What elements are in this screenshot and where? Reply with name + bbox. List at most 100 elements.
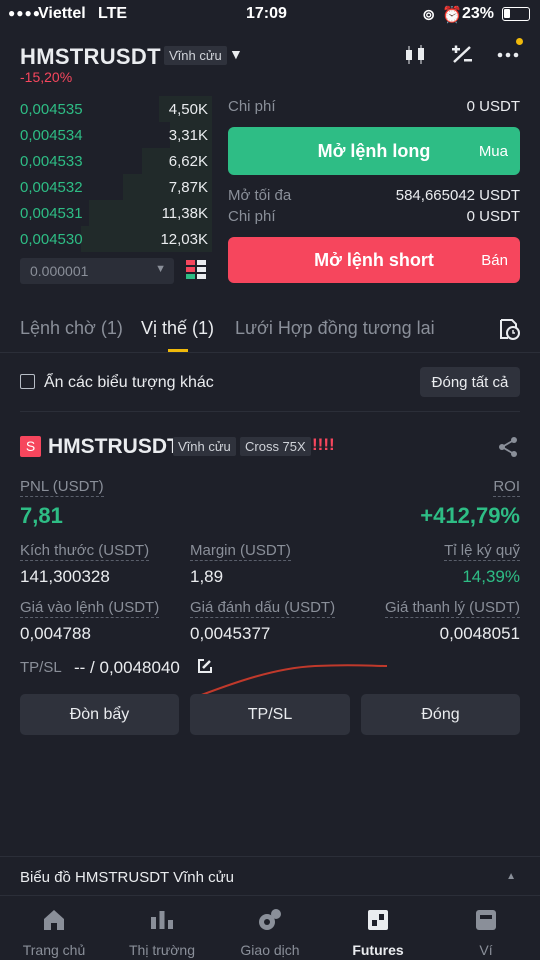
depth-view-icon[interactable] [186,260,206,280]
open-short-button[interactable]: Mở lệnh short Bán [228,237,520,283]
futures-icon [368,910,388,930]
nav-markets-label: Thị trường [128,942,195,958]
bid-quantity: 6,62K [168,153,208,170]
size-label: Kích thước (USDT) [20,542,150,561]
nav-home-label: Trang chủ [22,942,86,958]
open-long-label: Mở lệnh long [317,141,431,161]
notification-dot [516,38,523,45]
nav-wallet-label: Ví [479,942,493,958]
nav-markets[interactable]: Thị trường [108,900,216,960]
lock-rotation-icon: ⊚ [422,7,436,24]
cost-label: Chi phí [228,98,276,115]
liquidation-price-value: 0,0048051 [439,624,520,643]
order-book-row[interactable]: 0,004531 11,38K [0,200,212,226]
bid-price: 0,004531 [20,205,83,222]
more-icon[interactable] [496,44,520,66]
open-short-label: Mở lệnh short [314,250,434,270]
hide-other-symbols-checkbox[interactable] [20,374,35,389]
chevron-down-icon: ▼ [155,263,166,275]
bid-price: 0,004530 [20,231,83,248]
status-bar: ●●●● Viettel LTE 17:09 ⊚ ⏰ 23% [0,0,540,30]
leverage-button[interactable]: Đòn bẩy [20,694,179,735]
history-icon[interactable] [498,318,520,340]
roi-value: +412,79% [420,503,520,528]
position-symbol[interactable]: HMSTRUSDT [48,435,180,459]
divider [0,352,540,353]
cost-label: Chi phí [228,208,276,225]
clock: 17:09 [246,5,287,22]
liquidation-price-label: Giá thanh lý (USDT) [384,599,520,618]
divider [20,411,520,412]
order-book-row[interactable]: 0,004534 3,31K [0,122,212,148]
nav-futures[interactable]: Futures [324,900,432,960]
position-contract-tag: Vĩnh cửu [173,437,236,456]
nav-futures-label: Futures [352,942,404,958]
margin-label: Margin (USDT) [190,542,291,561]
signal-icon: ●●●● [8,6,41,20]
precision-value: 0.000001 [30,263,89,279]
margin-ratio-label: Tỉ lệ ký quỹ [444,542,520,561]
cost-short-value: 0 USDT [466,208,520,225]
contract-type-tag: Vĩnh cửu [164,46,227,65]
carrier-label: Viettel [38,5,86,22]
price-change: -15,20% [20,69,73,85]
candlestick-icon[interactable] [404,44,428,66]
risk-indicator: !!!! [312,435,335,454]
bid-quantity: 7,87K [168,179,208,196]
symbol-title[interactable]: HMSTRUSDT [20,44,161,70]
bid-quantity: 3,31K [168,127,208,144]
order-book-row[interactable]: 0,004535 4,50K [0,96,212,122]
chevron-up-icon: ▲ [506,871,516,882]
bid-quantity: 4,50K [168,101,208,118]
pnl-value: 7,81 [20,503,63,528]
entry-price-value: 0,004788 [20,624,91,643]
order-book-row[interactable]: 0,004533 6,62K [0,148,212,174]
battery-icon [502,7,530,21]
open-long-button[interactable]: Mở lệnh long Mua [228,127,520,175]
pnl-label: PNL (USDT) [20,478,104,497]
short-side-badge: S [20,436,41,457]
max-open-label: Mở tối đa [228,187,292,204]
close-position-button[interactable]: Đóng [361,694,520,735]
chevron-down-icon[interactable]: ▼ [229,46,243,62]
alarm-icon: ⏰ [442,7,462,24]
chart-toggle-bar[interactable]: Biểu đồ HMSTRUSDT Vĩnh cửu ▲ [0,857,540,895]
size-value: 141,300328 [20,567,110,586]
tab-pending-orders[interactable]: Lệnh chờ (1) [20,318,123,339]
order-book-row[interactable]: 0,004530 12,03K [0,226,212,252]
wallet-icon [476,910,496,930]
roi-label: ROI [493,478,520,497]
tpsl-value: -- / 0,0048040 [74,658,180,677]
bid-price: 0,004533 [20,153,83,170]
margin-ratio-value: 14,39% [462,567,520,586]
nav-trade-label: Giao dịch [240,942,300,958]
bid-quantity: 12,03K [160,231,208,248]
entry-price-label: Giá vào lệnh (USDT) [20,599,160,618]
order-book-row[interactable]: 0,004532 7,87K [0,174,212,200]
max-open-value: 584,665042 USDT [395,187,520,204]
chart-bar-label: Biểu đồ HMSTRUSDT Vĩnh cửu [20,869,235,886]
nav-wallet[interactable]: Ví [432,900,540,960]
battery-percent: 23% [462,5,495,22]
bid-quantity: 11,38K [161,205,208,222]
home-icon [44,910,64,930]
calculator-icon[interactable] [450,44,474,66]
tpsl-label: TP/SL [20,659,62,676]
bid-price: 0,004532 [20,179,83,196]
bid-price: 0,004535 [20,101,83,118]
network-label: LTE [98,5,128,22]
share-icon[interactable] [497,436,519,458]
margin-mode-tag: Cross 75X [240,437,311,456]
buy-label: Mua [478,143,508,160]
close-all-button[interactable]: Đóng tất cả [420,367,520,397]
margin-value: 1,89 [190,567,224,586]
nav-trade[interactable]: Giao dịch [216,900,324,960]
mark-price-label: Giá đánh dấu (USDT) [190,599,336,618]
market-icon [151,911,173,929]
tpsl-button[interactable]: TP/SL [190,694,350,735]
tab-positions[interactable]: Vị thế (1) [141,318,214,339]
precision-select[interactable]: 0.000001 ▼ [20,258,174,284]
tab-futures-grid[interactable]: Lưới Hợp đồng tương lai [235,318,435,339]
sell-label: Bán [481,252,508,269]
nav-home[interactable]: Trang chủ [0,900,108,960]
